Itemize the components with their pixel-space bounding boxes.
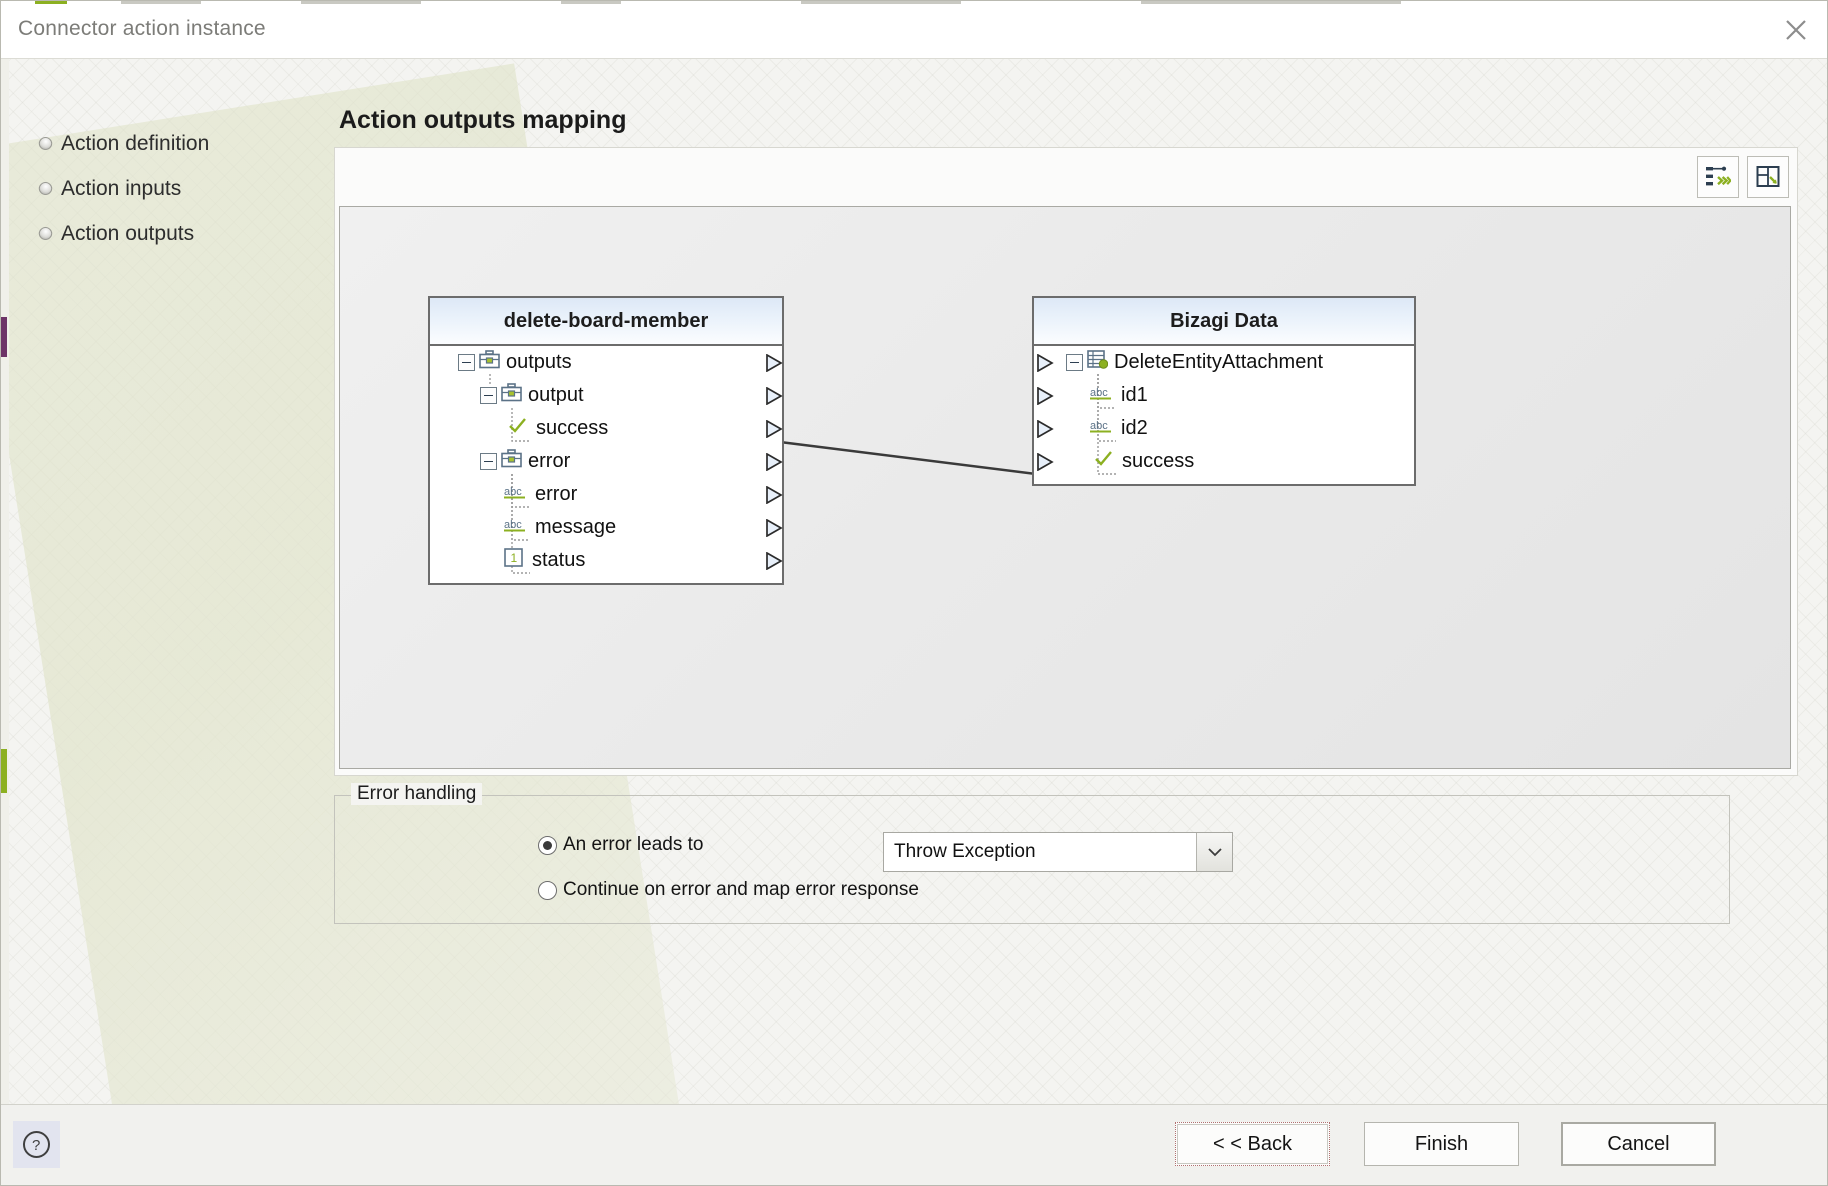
radio-button-unselected[interactable] (538, 880, 557, 900)
target-panel: Bizagi Data DeleteEntityAttachment abc i… (1032, 296, 1416, 486)
number-icon: 1 (503, 547, 524, 574)
error-handling-group: Error handling An error leads to Continu… (334, 783, 1730, 924)
connector-out-outputs[interactable] (765, 353, 784, 373)
diamond-bullet-icon (36, 224, 55, 243)
sidebar-item-label: Action definition (61, 131, 210, 155)
title-bar: Connector action instance (1, 1, 1827, 59)
tree-node-error-field[interactable]: abc error (430, 478, 782, 511)
tree-node-label: message (535, 516, 617, 538)
mapper-card: delete-board-member outputs output succe… (334, 147, 1798, 776)
svg-text:?: ? (32, 1137, 40, 1154)
tree-node-label: status (532, 549, 586, 571)
radio-continue-on-error[interactable]: Continue on error and map error response (538, 879, 919, 901)
tree-node-label: error (535, 483, 578, 505)
tree-node-label: success (536, 417, 609, 439)
check-icon (507, 416, 528, 441)
back-button[interactable]: < < Back (1175, 1122, 1330, 1166)
abc-icon: abc (1089, 417, 1114, 440)
connector-out-error-field[interactable] (765, 485, 784, 505)
abc-icon: abc (503, 516, 528, 539)
connector-out-status[interactable] (765, 551, 784, 571)
connector-out-message[interactable] (765, 518, 784, 538)
collapse-toggle-icon[interactable] (480, 387, 497, 404)
radio-label: An error leads to (563, 834, 704, 855)
mapping-canvas[interactable]: delete-board-member outputs output succe… (339, 206, 1791, 769)
svg-text:abc: abc (504, 519, 522, 531)
radio-an-error-leads-to[interactable]: An error leads to (538, 834, 703, 856)
left-edge-strip (1, 59, 9, 1185)
connector-out-error-group[interactable] (765, 452, 784, 472)
abc-icon: abc (503, 483, 528, 506)
mapper-toolbar (1697, 156, 1789, 202)
radio-button-selected[interactable] (538, 835, 557, 855)
tree-node-deleteentityattachment[interactable]: DeleteEntityAttachment (1034, 346, 1414, 379)
entity-icon (1087, 349, 1109, 376)
tree-node-label: id1 (1121, 384, 1148, 406)
connector-out-success[interactable] (765, 419, 784, 439)
footer-bar: ? < < Back Finish Cancel (1, 1104, 1827, 1185)
svg-text:abc: abc (1090, 420, 1108, 432)
svg-text:1: 1 (511, 551, 518, 565)
tree-node-target-success[interactable]: success (1034, 445, 1414, 478)
briefcase-icon (501, 449, 522, 474)
tree-node-label: DeleteEntityAttachment (1114, 351, 1323, 373)
close-icon[interactable] (1765, 1, 1827, 58)
target-tree: DeleteEntityAttachment abc id1 abc id2 s… (1034, 346, 1414, 484)
sidebar-item-action-inputs[interactable]: Action inputs (36, 166, 339, 211)
help-icon[interactable]: ? (13, 1121, 60, 1168)
sidebar-item-action-outputs[interactable]: Action outputs (36, 211, 339, 256)
abc-icon: abc (1089, 384, 1114, 407)
dialog-window: Connector action instance Action definit… (0, 0, 1828, 1186)
target-panel-title: Bizagi Data (1034, 298, 1414, 346)
tree-node-success[interactable]: success (430, 412, 782, 445)
tree-node-id1[interactable]: abc id1 (1034, 379, 1414, 412)
svg-text:abc: abc (1090, 387, 1108, 399)
collapse-toggle-icon[interactable] (480, 453, 497, 470)
check-icon (1093, 449, 1114, 474)
wizard-step-nav: Action definition Action inputs Action o… (36, 121, 339, 256)
tree-node-label: id2 (1121, 417, 1148, 439)
source-panel: delete-board-member outputs output succe… (428, 296, 784, 585)
auto-map-icon[interactable] (1697, 156, 1739, 198)
expand-layout-icon[interactable] (1747, 156, 1789, 198)
sidebar-item-label: Action inputs (61, 176, 182, 200)
briefcase-icon (501, 383, 522, 408)
top-accent-strip (1, 1, 1827, 4)
tree-node-error-group[interactable]: error (430, 445, 782, 478)
page-title: Action outputs mapping (339, 106, 627, 134)
source-panel-title: delete-board-member (430, 298, 782, 346)
tree-node-id2[interactable]: abc id2 (1034, 412, 1414, 445)
source-tree: outputs output success error abc error a… (430, 346, 784, 583)
tree-node-label: success (1122, 450, 1195, 472)
tree-node-label: outputs (506, 351, 572, 373)
error-handling-legend: Error handling (351, 783, 483, 805)
connector-out-output[interactable] (765, 386, 784, 406)
tree-node-output[interactable]: output (430, 379, 782, 412)
sidebar-item-label: Action outputs (61, 221, 195, 245)
diamond-bullet-icon (36, 134, 55, 153)
collapse-toggle-icon[interactable] (458, 354, 475, 371)
finish-button[interactable]: Finish (1364, 1122, 1519, 1166)
tree-node-message[interactable]: abc message (430, 511, 782, 544)
sidebar-item-action-definition[interactable]: Action definition (36, 121, 339, 166)
briefcase-icon (479, 350, 500, 375)
tree-node-label: error (528, 450, 571, 472)
tree-node-outputs[interactable]: outputs (430, 346, 782, 379)
window-title: Connector action instance (18, 17, 266, 40)
svg-text:abc: abc (504, 486, 522, 498)
chevron-down-icon[interactable] (1196, 833, 1232, 871)
collapse-toggle-icon[interactable] (1066, 354, 1083, 371)
error-action-select-value: Throw Exception (894, 841, 1036, 862)
tree-node-label: output (528, 384, 584, 406)
diamond-bullet-icon (36, 179, 55, 198)
radio-label: Continue on error and map error response (563, 879, 919, 900)
error-action-select[interactable]: Throw Exception (883, 832, 1233, 872)
tree-node-status[interactable]: 1 status (430, 544, 782, 577)
cancel-button[interactable]: Cancel (1561, 1122, 1716, 1166)
